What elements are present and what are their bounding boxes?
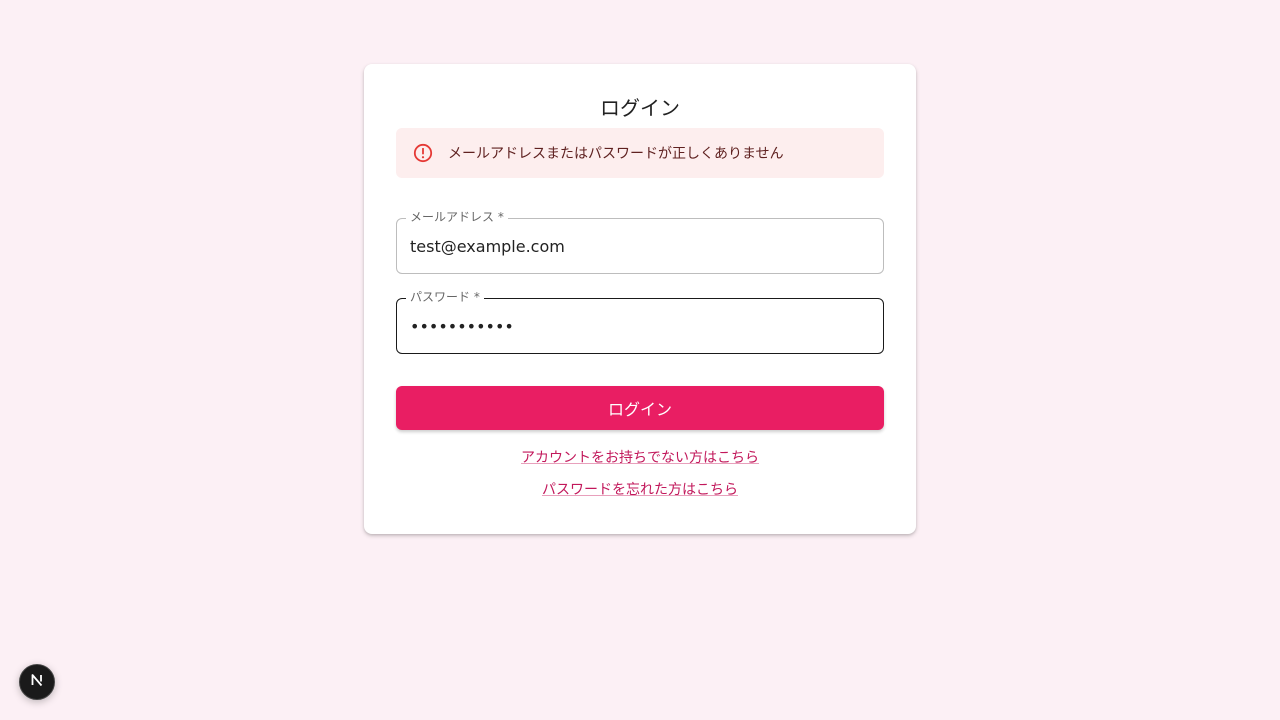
nextjs-dev-badge[interactable]: [19, 664, 55, 700]
login-card: ログイン メールアドレスまたはパスワードが正しくありません メールアドレス * …: [364, 64, 916, 534]
page-title: ログイン: [600, 96, 680, 120]
forgot-password-link[interactable]: パスワードを忘れた方はこちら: [542, 482, 738, 498]
signup-link[interactable]: アカウントをお持ちでない方はこちら: [521, 450, 759, 466]
error-outline-icon: [412, 142, 434, 164]
password-input[interactable]: [410, 299, 870, 353]
nextjs-logo-icon: [28, 671, 46, 693]
error-alert: メールアドレスまたはパスワードが正しくありません: [396, 128, 884, 178]
email-input[interactable]: [410, 219, 870, 273]
forgot-password-link-row: パスワードを忘れた方はこちら: [364, 479, 916, 499]
signup-link-row: アカウントをお持ちでない方はこちら: [364, 447, 916, 467]
email-field[interactable]: メールアドレス *: [396, 209, 884, 274]
error-message: メールアドレスまたはパスワードが正しくありません: [448, 146, 784, 162]
password-field[interactable]: パスワード *: [396, 289, 884, 354]
login-button[interactable]: ログイン: [396, 386, 884, 430]
